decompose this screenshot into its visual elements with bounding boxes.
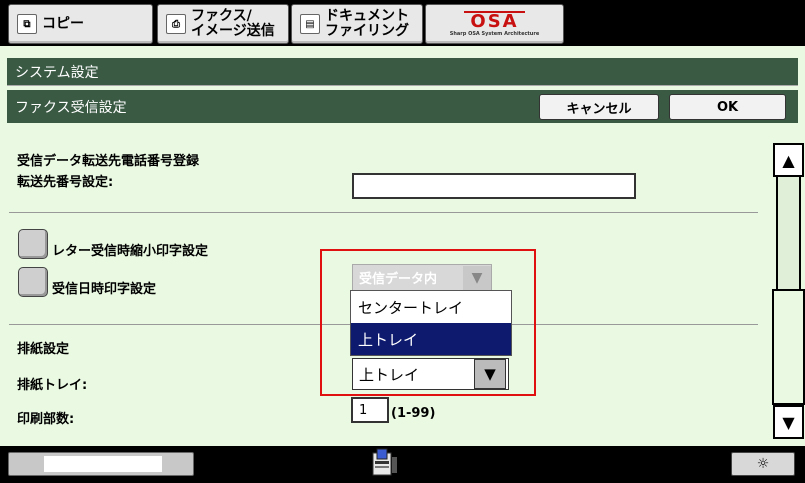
tab-copy[interactable]: ⧉ コピー (8, 4, 153, 44)
divider (9, 212, 758, 213)
highlight-frame (320, 249, 536, 396)
letter-reduce-checkbox[interactable] (18, 229, 48, 259)
copies-input[interactable]: 1 (351, 397, 389, 423)
copies-label: 印刷部数: (17, 412, 75, 427)
scrollbar-thumb[interactable] (772, 289, 805, 405)
ok-button[interactable]: OK (669, 94, 786, 120)
brightness-icon: ☼ (756, 456, 770, 472)
brightness-button[interactable]: ☼ (731, 452, 795, 476)
page-title: ファクス受信設定 (15, 99, 127, 116)
printer-job-icon (372, 448, 397, 476)
tab-doc-label-line2: ファイリング (325, 23, 409, 39)
forward-number-input[interactable] (352, 173, 636, 199)
tab-fax-label-line2: イメージ送信 (191, 23, 275, 39)
osa-logo-text: OSA (464, 11, 525, 31)
tab-fax-image-send[interactable]: ⎙ ファクス/ イメージ送信 (157, 4, 289, 44)
copies-range: (1-99) (391, 406, 436, 421)
osa-logo: OSA Sharp OSA System Architecture (450, 11, 539, 37)
tab-osa[interactable]: OSA Sharp OSA System Architecture (425, 4, 564, 44)
job-status-icon[interactable] (367, 446, 403, 480)
page-title-bar: ファクス受信設定 キャンセル OK (7, 90, 798, 123)
status-field-inner (44, 456, 162, 472)
status-field (8, 452, 194, 476)
forward-section-title: 受信データ転送先電話番号登録 (17, 154, 200, 169)
scroll-down-button[interactable]: ▼ (773, 405, 804, 439)
forward-number-label: 転送先番号設定: (17, 175, 114, 190)
output-tray-label: 排紙トレイ: (17, 378, 88, 393)
fax-icon: ⎙ (166, 14, 186, 34)
output-section-title: 排紙設定 (17, 342, 70, 357)
datetime-print-checkbox[interactable] (18, 267, 48, 297)
letter-reduce-label: レター受信時縮小印字設定 (52, 244, 209, 259)
tab-doc-label-line1: ドキュメント (325, 8, 409, 24)
tab-fax-label: ファクス/ イメージ送信 (191, 9, 275, 39)
system-settings-title: システム設定 (15, 64, 99, 81)
datetime-print-label: 受信日時印字設定 (52, 282, 157, 297)
document-filing-icon: ▤ (300, 14, 320, 34)
cancel-button[interactable]: キャンセル (539, 94, 659, 120)
tab-copy-label: コピー (42, 15, 84, 32)
copy-icon: ⧉ (17, 14, 37, 34)
breadcrumb-system-settings: システム設定 (7, 58, 798, 86)
tab-doc-label: ドキュメント ファイリング (325, 9, 409, 39)
tab-fax-label-line1: ファクス/ (191, 8, 252, 24)
osa-logo-subtext: Sharp OSA System Architecture (449, 31, 540, 37)
settings-panel: システム設定 ファクス受信設定 キャンセル OK 受信データ転送先電話番号登録 … (0, 46, 805, 446)
tab-document-filing[interactable]: ▤ ドキュメント ファイリング (291, 4, 423, 44)
scroll-up-button[interactable]: ▲ (773, 143, 804, 177)
